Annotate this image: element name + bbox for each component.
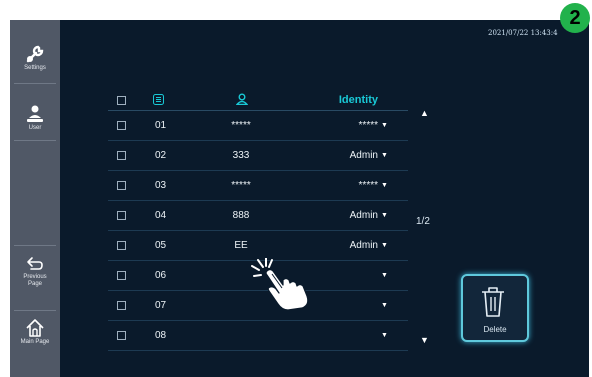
- table-row[interactable]: 05 EE Admin ▼: [108, 231, 408, 261]
- identity-dropdown-icon[interactable]: ▼: [381, 321, 388, 350]
- identity-dropdown-icon[interactable]: ▼: [381, 141, 388, 170]
- row-identity: Admin: [349, 210, 378, 221]
- person-icon: [235, 93, 249, 106]
- row-checkbox[interactable]: [117, 271, 126, 280]
- row-checkbox[interactable]: [117, 301, 126, 310]
- row-checkbox[interactable]: [117, 211, 126, 220]
- identity-header: Identity: [338, 94, 378, 106]
- row-checkbox[interactable]: [117, 121, 126, 130]
- row-user: *****: [231, 120, 251, 131]
- tap-hand-icon: [250, 257, 314, 317]
- row-user: *****: [231, 180, 251, 191]
- page-indicator: 1/2: [416, 216, 430, 227]
- delete-label: Delete: [483, 325, 507, 334]
- table-header: Identity: [108, 90, 408, 111]
- table-row[interactable]: 03 ***** ***** ▼: [108, 171, 408, 201]
- row-user: EE: [234, 240, 248, 251]
- row-number: 07: [155, 300, 167, 311]
- table-row[interactable]: 02 333 Admin ▼: [108, 141, 408, 171]
- table-row[interactable]: 04 888 Admin ▼: [108, 201, 408, 231]
- row-user: 333: [232, 150, 250, 161]
- row-number: 02: [155, 150, 167, 161]
- row-identity: Admin: [349, 240, 378, 251]
- delete-button[interactable]: Delete: [461, 274, 529, 342]
- identity-dropdown-icon[interactable]: ▼: [381, 291, 388, 320]
- scroll-down-icon[interactable]: ▼: [420, 335, 429, 345]
- row-checkbox[interactable]: [117, 181, 126, 190]
- list-icon: [153, 94, 164, 105]
- row-user: 888: [232, 210, 250, 221]
- home-icon: [26, 319, 44, 337]
- row-identity: *****: [358, 120, 378, 131]
- row-number: 01: [155, 120, 167, 131]
- table-row[interactable]: 08 ▼: [108, 321, 408, 351]
- divider: [14, 310, 56, 311]
- sidebar-item-user[interactable]: User: [10, 104, 60, 132]
- sidebar-item-previous-page[interactable]: Previous Page: [10, 255, 60, 288]
- divider: [14, 83, 56, 84]
- table-row[interactable]: 01 ***** ***** ▼: [108, 111, 408, 141]
- trash-icon: [482, 287, 504, 317]
- identity-dropdown-icon[interactable]: ▼: [381, 261, 388, 290]
- row-number: 03: [155, 180, 167, 191]
- row-number: 05: [155, 240, 167, 251]
- sidebar-item-label: Main Page: [20, 339, 50, 345]
- row-identity: Admin: [349, 150, 378, 161]
- sidebar-item-label: User: [28, 125, 42, 131]
- row-number: 04: [155, 210, 167, 221]
- user-icon: [27, 105, 43, 122]
- row-number: 06: [155, 270, 167, 281]
- sidebar-item-settings[interactable]: Settings: [10, 44, 60, 72]
- step-badge: 2: [560, 3, 590, 33]
- scroll-up-icon[interactable]: ▲: [420, 108, 429, 118]
- identity-dropdown-icon[interactable]: ▼: [381, 171, 388, 200]
- identity-dropdown-icon[interactable]: ▼: [381, 201, 388, 230]
- row-checkbox[interactable]: [117, 331, 126, 340]
- divider: [14, 245, 56, 246]
- timestamp: 2021/07/22 13:43:4: [488, 29, 558, 37]
- row-checkbox[interactable]: [117, 151, 126, 160]
- identity-dropdown-icon[interactable]: ▼: [381, 231, 388, 260]
- sidebar-item-label: Settings: [24, 65, 46, 71]
- identity-dropdown-icon[interactable]: ▼: [381, 111, 388, 140]
- row-number: 08: [155, 330, 167, 341]
- sidebar-item-label: Previous Page: [23, 274, 47, 287]
- sidebar: Settings User Previous Page Main Page: [10, 20, 60, 377]
- divider: [14, 140, 56, 141]
- settings-icon: [26, 45, 44, 63]
- row-identity: *****: [358, 180, 378, 191]
- select-all-checkbox[interactable]: [117, 96, 126, 105]
- row-checkbox[interactable]: [117, 241, 126, 250]
- sidebar-item-main-page[interactable]: Main Page: [10, 318, 60, 346]
- back-arrow-icon: [27, 257, 43, 270]
